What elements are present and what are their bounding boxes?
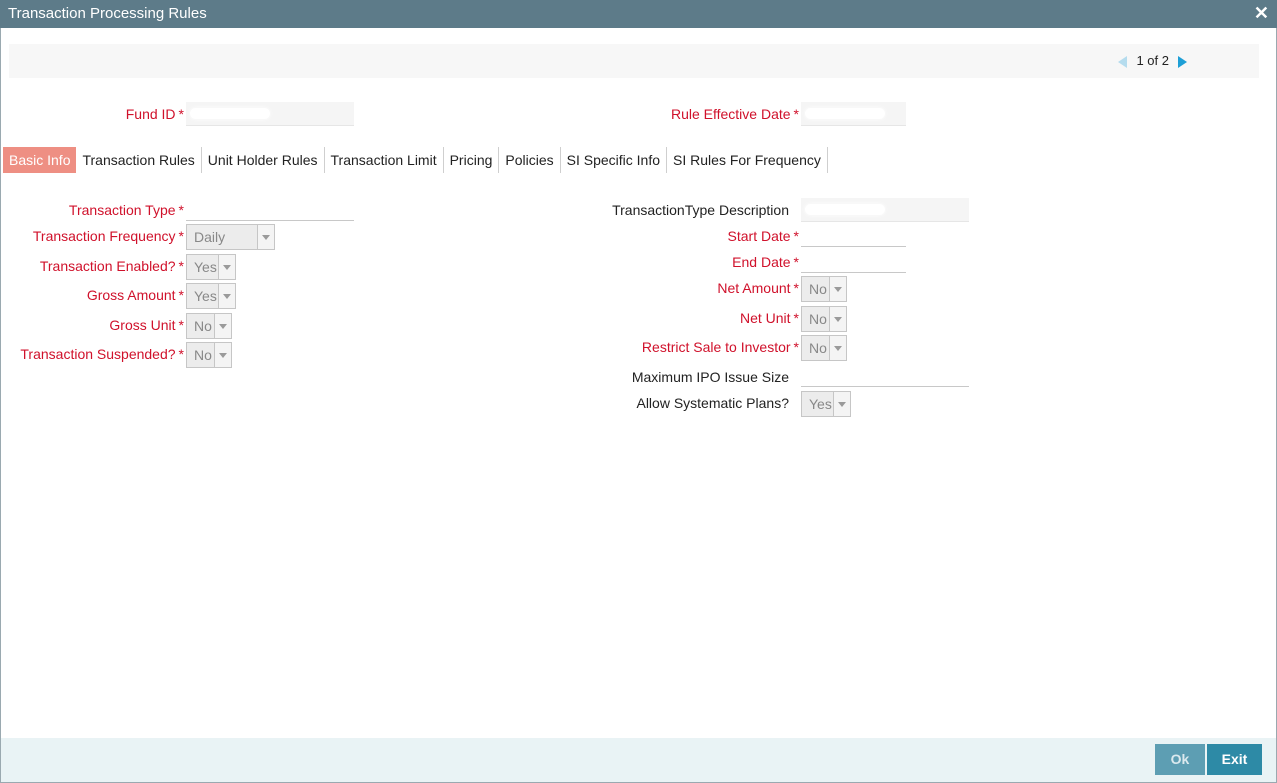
tab-bar: Basic Info Transaction Rules Unit Holder…: [3, 147, 828, 173]
gross-amount-label: Gross Amount *: [86, 287, 184, 303]
next-page-icon[interactable]: [1178, 55, 1187, 68]
start-date-input[interactable]: [801, 223, 906, 247]
end-date-label: End Date *: [732, 254, 799, 270]
allow-systematic-plans-label: Allow Systematic Plans?: [636, 395, 789, 411]
rule-effective-date-label: Rule Effective Date *: [670, 106, 799, 122]
net-amount-label: Net Amount *: [717, 280, 799, 296]
chevron-down-icon: [829, 307, 846, 331]
transaction-suspended-value: No: [194, 347, 212, 363]
transaction-type-input[interactable]: [186, 197, 354, 221]
start-date-label: Start Date *: [727, 228, 799, 244]
tab-pricing[interactable]: Pricing: [444, 147, 500, 173]
transaction-frequency-select[interactable]: Daily: [186, 224, 275, 250]
ok-button[interactable]: Ok: [1155, 744, 1205, 775]
window-titlebar: Transaction Processing Rules ✕: [0, 0, 1277, 28]
end-date-input[interactable]: [801, 249, 906, 273]
tab-policies[interactable]: Policies: [499, 147, 561, 173]
transaction-type-description-label: TransactionType Description: [612, 202, 789, 218]
transaction-enabled-label: Transaction Enabled? *: [39, 258, 184, 274]
tab-si-specific-info[interactable]: SI Specific Info: [561, 147, 668, 173]
chevron-down-icon: [257, 225, 274, 249]
chevron-down-icon: [214, 314, 231, 338]
window-title: Transaction Processing Rules: [8, 5, 207, 22]
fund-id-input[interactable]: [186, 102, 354, 126]
transaction-suspended-select[interactable]: No: [186, 342, 232, 368]
net-amount-value: No: [809, 281, 827, 297]
page-indicator: 1 of 2: [1136, 53, 1169, 68]
transaction-suspended-label: Transaction Suspended? *: [20, 346, 184, 362]
transaction-enabled-select[interactable]: Yes: [186, 254, 236, 280]
chevron-down-icon: [829, 336, 846, 360]
exit-button[interactable]: Exit: [1207, 744, 1262, 775]
restrict-sale-value: No: [809, 340, 827, 356]
max-ipo-issue-size-input[interactable]: [801, 363, 969, 387]
chevron-down-icon: [833, 392, 850, 416]
tab-unit-holder-rules[interactable]: Unit Holder Rules: [202, 147, 325, 173]
pager-bar: 1 of 2: [9, 44, 1259, 78]
gross-unit-value: No: [194, 318, 212, 334]
footer-bar: Ok Exit: [1, 738, 1276, 782]
rule-effective-date-input[interactable]: [801, 102, 906, 126]
tab-transaction-rules[interactable]: Transaction Rules: [76, 147, 202, 173]
dialog-body: 1 of 2 Fund ID * Rule Effective Date * Bas…: [0, 28, 1277, 783]
restrict-sale-label: Restrict Sale to Investor *: [641, 339, 799, 355]
tab-transaction-limit[interactable]: Transaction Limit: [325, 147, 444, 173]
pager: 1 of 2: [1118, 53, 1187, 68]
fund-id-label: Fund ID *: [125, 106, 184, 122]
chevron-down-icon: [218, 255, 235, 279]
allow-systematic-plans-value: Yes: [809, 396, 832, 412]
net-amount-select[interactable]: No: [801, 276, 847, 302]
net-unit-value: No: [809, 311, 827, 327]
tab-basic-info[interactable]: Basic Info: [3, 147, 77, 173]
max-ipo-issue-size-label: Maximum IPO Issue Size: [631, 369, 789, 385]
net-unit-select[interactable]: No: [801, 306, 847, 332]
transaction-frequency-value: Daily: [194, 229, 226, 245]
transaction-type-label: Transaction Type *: [68, 202, 184, 218]
close-icon[interactable]: ✕: [1254, 3, 1269, 24]
gross-unit-select[interactable]: No: [186, 313, 232, 339]
gross-unit-label: Gross Unit *: [109, 317, 184, 333]
transaction-type-description-input[interactable]: [801, 198, 969, 222]
gross-amount-select[interactable]: Yes: [186, 283, 236, 309]
transaction-frequency-label: Transaction Frequency *: [32, 228, 184, 244]
net-unit-label: Net Unit *: [739, 310, 799, 326]
restrict-sale-select[interactable]: No: [801, 335, 847, 361]
chevron-down-icon: [829, 277, 846, 301]
chevron-down-icon: [214, 343, 231, 367]
previous-page-icon[interactable]: [1118, 55, 1128, 68]
gross-amount-value: Yes: [194, 288, 217, 304]
transaction-enabled-value: Yes: [194, 259, 217, 275]
chevron-down-icon: [218, 284, 235, 308]
allow-systematic-plans-select[interactable]: Yes: [801, 391, 851, 417]
tab-si-rules-for-frequency[interactable]: SI Rules For Frequency: [667, 147, 828, 173]
